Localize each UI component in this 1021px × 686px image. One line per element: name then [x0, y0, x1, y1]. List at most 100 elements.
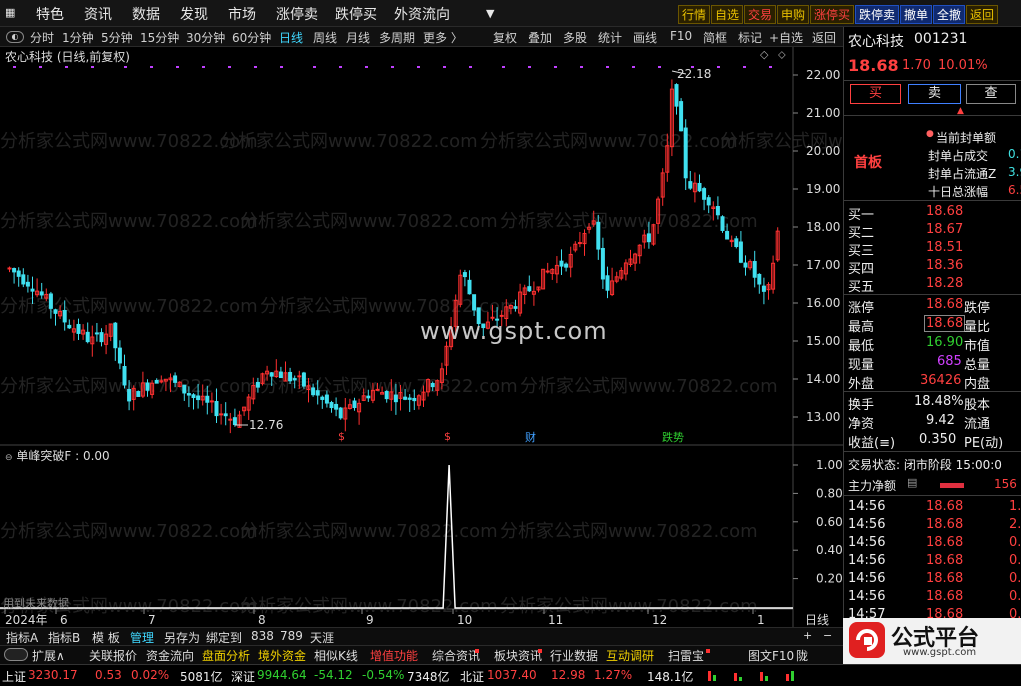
tab-tianya[interactable]: 天涯: [310, 629, 334, 646]
info-dot: [769, 66, 772, 68]
buy-button[interactable]: 买: [850, 84, 901, 104]
indicator-tick-label: 0.60: [816, 515, 843, 529]
sz-index-label[interactable]: 深证: [231, 668, 255, 685]
minus-icon[interactable]: −: [823, 629, 832, 642]
infobar-industry-data[interactable]: 行业数据: [550, 647, 598, 664]
tab-bind-to[interactable]: 绑定到: [206, 629, 242, 646]
candle-body: [683, 127, 688, 179]
menu-item-limit-up-sell[interactable]: 涨停卖: [276, 4, 318, 24]
tab-indicator-b[interactable]: 指标B: [48, 629, 80, 646]
candle-body: [513, 306, 518, 309]
menu-item-news[interactable]: 资讯: [84, 4, 112, 24]
period-more[interactable]: 更多 〉: [423, 29, 463, 46]
dividend-marker[interactable]: $: [444, 430, 451, 443]
info-dot: [580, 66, 583, 68]
infobar-interaction[interactable]: 互动调研: [606, 647, 654, 664]
infobar-f10[interactable]: 图文F10: [748, 647, 794, 664]
candle-body: [122, 366, 127, 386]
period-15min[interactable]: 15分钟: [140, 29, 179, 46]
back-button[interactable]: 返回: [966, 5, 999, 24]
chevron-down-icon[interactable]: ▼: [486, 7, 494, 20]
tab-838[interactable]: 838: [251, 629, 274, 643]
simple-frame-button[interactable]: 简框: [703, 29, 727, 46]
cancel-all-button[interactable]: 全撤: [933, 5, 966, 24]
tab-789[interactable]: 789: [280, 629, 303, 643]
draw-button[interactable]: 画线: [633, 29, 657, 46]
period-weekly[interactable]: 周线: [313, 29, 337, 46]
price-tick-label: 22.00: [806, 68, 840, 82]
overlay-button[interactable]: 叠加: [528, 29, 552, 46]
toggle-icon[interactable]: ◐: [6, 31, 24, 43]
list-icon[interactable]: ▤: [907, 476, 917, 489]
chart-diamond-icon[interactable]: ◇: [760, 48, 768, 61]
infobar-market-analysis[interactable]: 盘面分析: [202, 647, 250, 664]
menu-item-discover[interactable]: 发现: [180, 4, 208, 24]
cancel-order-button[interactable]: 撤单: [900, 5, 933, 24]
period-intraday[interactable]: 分时: [30, 29, 54, 46]
infobar-related-quotes[interactable]: 关联报价: [89, 647, 137, 664]
candle-body: [53, 309, 58, 314]
toolbar-back-button[interactable]: 返回: [812, 29, 836, 46]
infobar-news[interactable]: 综合资讯: [432, 647, 480, 664]
tab-manage[interactable]: 管理: [130, 629, 154, 646]
period-daily[interactable]: 日线: [279, 29, 303, 46]
infobar-fund-flow[interactable]: 资金流向: [146, 647, 194, 664]
adjust-button[interactable]: 复权: [493, 29, 517, 46]
period-1min[interactable]: 1分钟: [62, 29, 94, 46]
infobar-mine-check[interactable]: 扫雷宝: [668, 647, 704, 664]
price-tick-label: 18.00: [806, 220, 840, 234]
expand-toggle-icon[interactable]: [4, 648, 28, 661]
add-watchlist-button[interactable]: +自选: [769, 29, 803, 46]
menu-item-foreign-flow[interactable]: 外资流向: [394, 4, 450, 24]
indicator-arrow-icon[interactable]: ⊖: [5, 453, 13, 463]
info-dot: [632, 66, 635, 68]
bz-index-label[interactable]: 北证: [460, 668, 484, 685]
candle-body: [738, 241, 743, 263]
query-button[interactable]: 查: [966, 84, 1016, 104]
tab-indicator-a[interactable]: 指标A: [6, 629, 38, 646]
infobar-sector-news[interactable]: 板块资讯: [494, 647, 542, 664]
plus-icon[interactable]: +: [803, 629, 812, 642]
period-monthly[interactable]: 月线: [346, 29, 370, 46]
dividend-marker[interactable]: $: [338, 430, 345, 443]
tab-template[interactable]: 模 板: [92, 629, 120, 646]
trade-button[interactable]: 交易: [744, 5, 777, 24]
sell-button[interactable]: 卖: [908, 84, 961, 104]
f10-button[interactable]: F10: [670, 29, 692, 43]
mark-button[interactable]: 标记: [738, 29, 762, 46]
infobar-similar-kline[interactable]: 相似K线: [314, 647, 358, 664]
menu-item-data[interactable]: 数据: [132, 4, 160, 24]
infobar-value-added[interactable]: 增值功能: [370, 647, 418, 664]
period-5min[interactable]: 5分钟: [101, 29, 133, 46]
limit-down-sell-button[interactable]: 跌停卖: [855, 5, 900, 24]
price-tick-label: 19.00: [806, 182, 840, 196]
infobar-overseas-funds[interactable]: 境外资金: [258, 647, 306, 664]
period-30min[interactable]: 30分钟: [186, 29, 225, 46]
infobar-side[interactable]: 陇: [796, 647, 808, 664]
watchlist-button[interactable]: 自选: [711, 5, 744, 24]
info-dot: [606, 66, 609, 68]
period-multi[interactable]: 多周期: [379, 29, 415, 46]
kline-chart-area[interactable]: 分析家公式网www.70822.com 分析家公式网www.70822.com 分析…: [0, 47, 843, 627]
finance-marker[interactable]: 财: [525, 429, 536, 445]
stock-change: 1.70: [902, 58, 931, 73]
menu-item-market[interactable]: 市场: [228, 4, 256, 24]
limit-up-buy-button[interactable]: 涨停买: [810, 5, 855, 24]
stats-button[interactable]: 统计: [598, 29, 622, 46]
high-price-label: 22.18: [677, 67, 712, 81]
menu-grid-icon[interactable]: ▦: [5, 6, 15, 19]
infobar-expand[interactable]: 扩展∧: [32, 647, 65, 664]
bz-index-pct: 1.27%: [594, 668, 633, 682]
candle-body: [384, 390, 389, 400]
multi-stock-button[interactable]: 多股: [563, 29, 587, 46]
chart-expand-icon[interactable]: ⬦: [778, 48, 786, 62]
menu-item-limit-down-buy[interactable]: 跌停买: [335, 4, 377, 24]
trend-down-marker[interactable]: 跌势: [662, 429, 684, 445]
sh-index-label[interactable]: 上证: [2, 668, 26, 685]
menu-item-featured[interactable]: 特色: [36, 4, 64, 24]
ipo-button[interactable]: 申购: [777, 5, 810, 24]
candle-body: [223, 413, 228, 417]
period-60min[interactable]: 60分钟: [232, 29, 271, 46]
quote-button[interactable]: 行情: [678, 5, 711, 24]
tab-save-as[interactable]: 另存为: [164, 629, 200, 646]
